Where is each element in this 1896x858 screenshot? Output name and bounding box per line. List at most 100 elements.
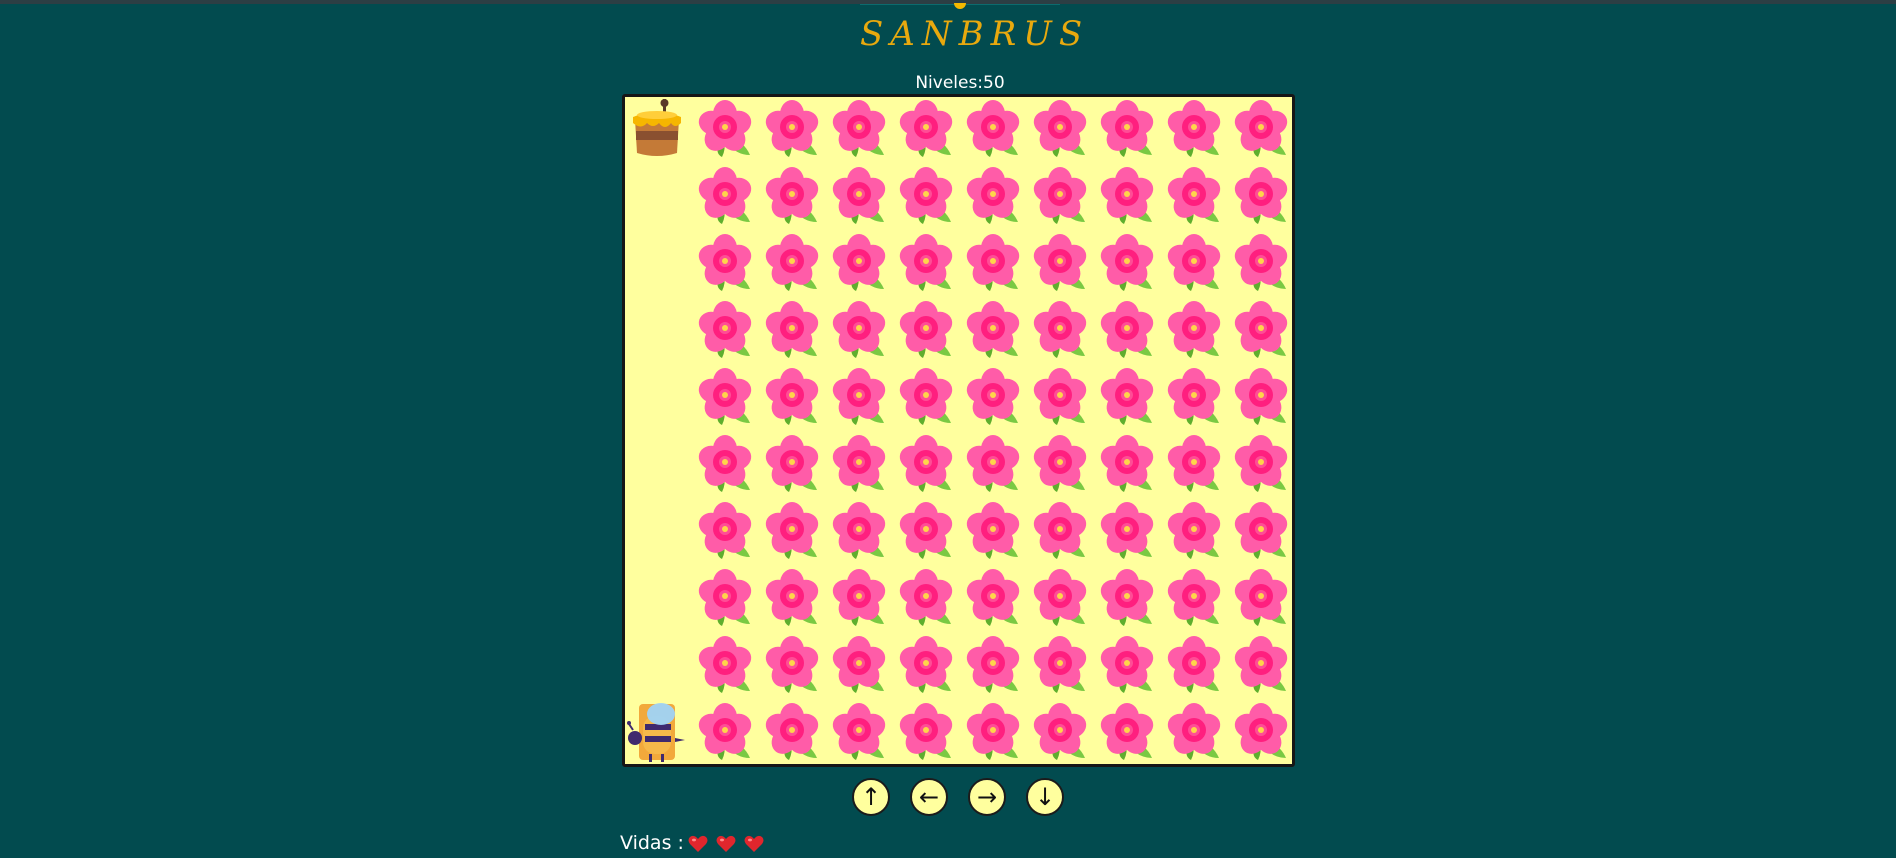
hibiscus-icon: [1161, 700, 1228, 767]
board-cell: [692, 97, 759, 164]
bee-icon: [625, 700, 692, 767]
board-cell: [625, 700, 692, 767]
board-cell: [625, 298, 692, 365]
hibiscus-icon: [893, 164, 960, 231]
board-cell: [1228, 432, 1295, 499]
hibiscus-icon: [1228, 164, 1295, 231]
board-cell: [1161, 700, 1228, 767]
board-cell: [625, 633, 692, 700]
hibiscus-icon: [1094, 700, 1161, 767]
hibiscus-icon: [1228, 298, 1295, 365]
board-cell: [692, 365, 759, 432]
board-cell: [960, 499, 1027, 566]
move-right-button[interactable]: →: [968, 778, 1006, 816]
board-cell: [1161, 97, 1228, 164]
board-cell: [1161, 365, 1228, 432]
hibiscus-icon: [960, 499, 1027, 566]
board-cell: [625, 566, 692, 633]
hibiscus-icon: [960, 633, 1027, 700]
board-cell: [1027, 432, 1094, 499]
board-cell: [893, 97, 960, 164]
heart-icon: [688, 835, 708, 853]
board-cell: [759, 432, 826, 499]
hibiscus-icon: [1027, 365, 1094, 432]
hibiscus-icon: [893, 499, 960, 566]
hibiscus-icon: [759, 365, 826, 432]
board-cell: [692, 432, 759, 499]
board-cell: [826, 700, 893, 767]
hibiscus-icon: [1027, 231, 1094, 298]
move-down-button[interactable]: ↓: [1026, 778, 1064, 816]
board-cell: [759, 298, 826, 365]
hibiscus-icon: [692, 231, 759, 298]
hibiscus-icon: [826, 231, 893, 298]
board-cell: [1094, 633, 1161, 700]
board-cell: [1228, 499, 1295, 566]
hibiscus-icon: [692, 700, 759, 767]
hibiscus-icon: [1228, 432, 1295, 499]
board-cell: [759, 633, 826, 700]
board-cell: [692, 164, 759, 231]
hibiscus-icon: [893, 365, 960, 432]
game-title: SANBRUS: [860, 14, 1090, 54]
board-cell: [1161, 164, 1228, 231]
hibiscus-icon: [1161, 499, 1228, 566]
board-cell: [625, 499, 692, 566]
lives-label: Vidas :: [620, 832, 684, 854]
move-up-button[interactable]: ↑: [852, 778, 890, 816]
hibiscus-icon: [1228, 365, 1295, 432]
hibiscus-icon: [960, 231, 1027, 298]
hibiscus-icon: [893, 700, 960, 767]
move-left-button[interactable]: ←: [910, 778, 948, 816]
hibiscus-icon: [759, 164, 826, 231]
hibiscus-icon: [1027, 499, 1094, 566]
board-cell: [1228, 298, 1295, 365]
hibiscus-icon: [1228, 97, 1295, 164]
hibiscus-icon: [1161, 432, 1228, 499]
hibiscus-icon: [1228, 566, 1295, 633]
hibiscus-icon: [1094, 365, 1161, 432]
hibiscus-icon: [826, 432, 893, 499]
board-cell: [1027, 97, 1094, 164]
hibiscus-icon: [759, 499, 826, 566]
board-cell: [759, 566, 826, 633]
hibiscus-icon: [826, 298, 893, 365]
hibiscus-icon: [893, 566, 960, 633]
board-cell: [826, 566, 893, 633]
hibiscus-icon: [826, 499, 893, 566]
hibiscus-icon: [1094, 566, 1161, 633]
hibiscus-icon: [826, 700, 893, 767]
heart-icon: [744, 835, 764, 853]
hibiscus-icon: [1094, 633, 1161, 700]
hibiscus-icon: [826, 97, 893, 164]
board-cell: [692, 298, 759, 365]
game-board[interactable]: [622, 94, 1295, 767]
board-cell: [1094, 700, 1161, 767]
board-cell: [960, 700, 1027, 767]
board-cell: [625, 365, 692, 432]
board-cell: [1094, 499, 1161, 566]
board-cell: [960, 566, 1027, 633]
board-cell: [692, 633, 759, 700]
board-cell: [1161, 231, 1228, 298]
hibiscus-icon: [826, 633, 893, 700]
hibiscus-icon: [1027, 97, 1094, 164]
board-cell: [1228, 700, 1295, 767]
board-cell: [893, 231, 960, 298]
hibiscus-icon: [1094, 499, 1161, 566]
board-cell: [625, 164, 692, 231]
hibiscus-icon: [759, 298, 826, 365]
hibiscus-icon: [1094, 164, 1161, 231]
board-cell: [1228, 97, 1295, 164]
board-cell: [1027, 700, 1094, 767]
board-cell: [1094, 432, 1161, 499]
hibiscus-icon: [893, 432, 960, 499]
hibiscus-icon: [692, 432, 759, 499]
board-cell: [1094, 97, 1161, 164]
board-cell: [692, 566, 759, 633]
board-cell: [826, 633, 893, 700]
controls: ↑ ← → ↓: [850, 778, 1070, 822]
hibiscus-icon: [1161, 566, 1228, 633]
board-cell: [759, 97, 826, 164]
hibiscus-icon: [1161, 298, 1228, 365]
